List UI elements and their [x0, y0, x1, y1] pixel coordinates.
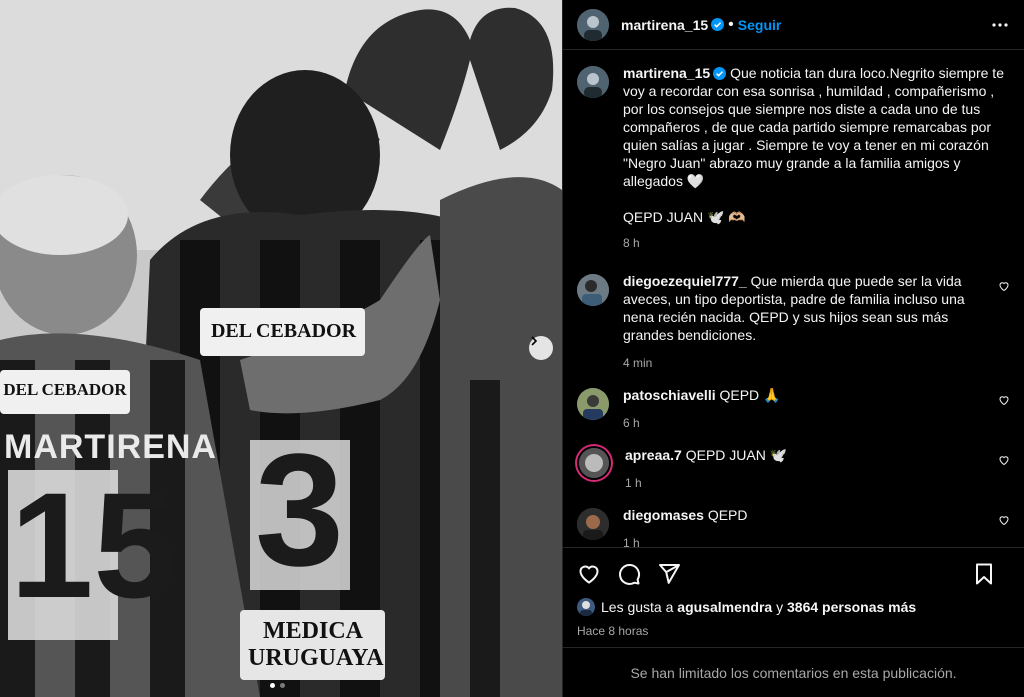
post-caption: martirena_15 Que noticia tan dura loco.N… — [577, 64, 1010, 252]
caption-avatar[interactable] — [577, 66, 609, 98]
jersey-sponsor-left: DEL CEBADOR — [3, 380, 127, 399]
commenter-avatar[interactable] — [579, 448, 609, 478]
comment-time: 4 min — [623, 356, 653, 370]
comment-time: 6 h — [623, 416, 640, 430]
jersey-number-left: 15 — [10, 461, 177, 629]
post-header: martirena_15 • Seguir — [563, 0, 1024, 50]
commenter-avatar[interactable] — [577, 508, 609, 540]
comment-text: QEPD — [707, 507, 748, 523]
like-comment-icon[interactable] — [998, 394, 1010, 406]
like-heart-icon[interactable] — [577, 562, 601, 586]
comment-item: diegomases QEPD 1 h — [577, 506, 1010, 547]
caption-username[interactable]: martirena_15 — [623, 65, 710, 81]
like-comment-icon[interactable] — [998, 514, 1010, 526]
share-paper-plane-icon[interactable] — [657, 562, 681, 586]
caption-text: Que noticia tan dura loco.Negrito siempr… — [623, 65, 1004, 189]
chevron-right-icon — [531, 336, 538, 346]
comments-limited-notice: Se han limitado los comentarios en esta … — [563, 647, 1024, 697]
caption-text-2: QEPD JUAN 🕊️ 🫶🏼 — [623, 209, 746, 225]
caption-time: 8 h — [623, 236, 640, 250]
commenter-avatar[interactable] — [577, 274, 609, 306]
post-photo[interactable]: DEL CEBADOR DEL CEBADOR MARTIRENA 15 3 M… — [0, 0, 562, 697]
carousel-dot — [280, 683, 285, 688]
post-timestamp[interactable]: Hace 8 horas — [577, 624, 1010, 638]
likes-prefix: Les gusta a — [601, 599, 674, 615]
comment-item: apreaa.7 QEPD JUAN 🕊️ 1 h — [577, 446, 1010, 492]
commenter-username[interactable]: diegoezequiel777_ — [623, 273, 747, 289]
like-comment-icon[interactable] — [998, 280, 1010, 292]
save-bookmark-icon[interactable] — [972, 562, 996, 586]
comments-list[interactable]: martirena_15 Que noticia tan dura loco.N… — [563, 50, 1024, 547]
comment-bubble-icon[interactable] — [617, 562, 641, 586]
likes-count[interactable]: 3864 personas más — [787, 599, 916, 615]
like-comment-icon[interactable] — [998, 454, 1010, 466]
comment-time: 1 h — [623, 536, 640, 547]
carousel-next-button[interactable] — [529, 336, 553, 360]
liker-avatar — [577, 598, 595, 616]
commenter-username[interactable]: patoschiavelli — [623, 387, 716, 403]
liker-username[interactable]: agusalmendra — [677, 599, 772, 615]
comment-item: patoschiavelli QEPD 🙏 6 h — [577, 386, 1010, 432]
carousel-dot — [270, 683, 275, 688]
carousel-indicator — [270, 683, 285, 688]
comment-time: 1 h — [625, 476, 642, 490]
jersey-sponsor-center: DEL CEBADOR — [210, 320, 357, 342]
likes-conj: y — [776, 599, 784, 615]
jersey-sponsor-bottom-1: MEDICA — [263, 618, 363, 644]
commenter-username[interactable]: diegomases — [623, 507, 704, 523]
comment-item: diegoezequiel777_ Que mierda que puede s… — [577, 272, 1010, 372]
post-side-panel: martirena_15 • Seguir martirena_15 Que n… — [562, 0, 1024, 697]
jersey-sponsor-bottom-2: URUGUAYA — [248, 645, 384, 671]
likes-summary[interactable]: Les gusta a agusalmendra y 3864 personas… — [577, 598, 1010, 616]
verified-badge-icon — [713, 67, 727, 80]
post-actions-section: Les gusta a agusalmendra y 3864 personas… — [563, 547, 1024, 647]
header-separator: • — [728, 15, 734, 33]
commenter-username[interactable]: apreaa.7 — [625, 447, 682, 463]
author-avatar[interactable] — [577, 8, 609, 41]
more-options-icon[interactable] — [990, 15, 1010, 35]
action-buttons — [577, 548, 1010, 600]
jersey-number-center: 3 — [255, 420, 344, 599]
author-username[interactable]: martirena_15 — [621, 17, 708, 33]
comment-text: QEPD 🙏 — [719, 387, 781, 403]
follow-button[interactable]: Seguir — [738, 17, 782, 33]
commenter-avatar[interactable] — [577, 388, 609, 420]
comment-text: QEPD JUAN 🕊️ — [685, 447, 788, 463]
verified-badge-icon — [711, 18, 725, 31]
